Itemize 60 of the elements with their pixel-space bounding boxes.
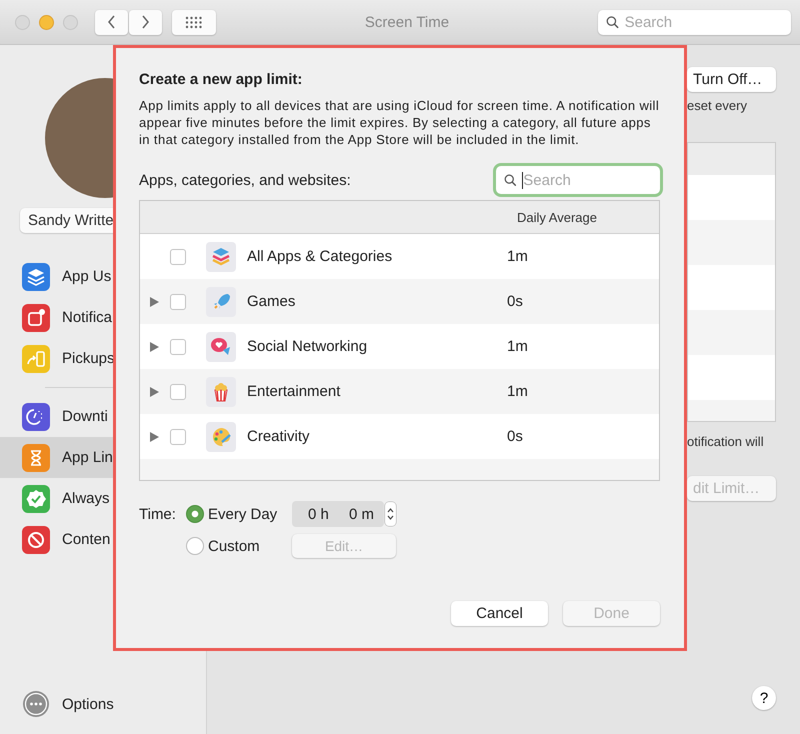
forward-button[interactable] <box>129 10 162 34</box>
checkbox[interactable] <box>170 294 186 310</box>
checkbox[interactable] <box>170 338 186 354</box>
table-cell: 1m <box>507 338 528 355</box>
back-button[interactable] <box>95 10 128 34</box>
search-input[interactable]: Search <box>523 172 660 188</box>
notification-icon <box>22 304 50 332</box>
no-entry-icon <box>22 526 50 554</box>
search-icon <box>504 173 516 187</box>
disclosure-triangle-icon[interactable] <box>150 296 159 306</box>
disclosure-triangle-icon[interactable] <box>150 432 159 442</box>
table-cell: 1m <box>507 248 528 265</box>
chat-bubble-icon <box>206 332 236 362</box>
check-badge-icon <box>22 484 50 512</box>
table-cell-text: Social Networking <box>247 338 368 355</box>
checkbox[interactable] <box>170 248 186 264</box>
layers-icon <box>22 262 50 290</box>
show-all-button[interactable] <box>172 10 216 34</box>
table-cell-text: Games <box>247 293 296 310</box>
table-cell: 0s <box>507 293 523 310</box>
table-cell-text: Entertainment <box>247 383 342 400</box>
hourglass-icon <box>22 444 50 472</box>
rocket-icon <box>206 286 236 316</box>
minutes-field[interactable]: 0 m <box>348 506 374 522</box>
chevron-right-icon <box>141 15 150 29</box>
description-text: eset every <box>687 97 748 114</box>
dialog-description: App limits apply to all devices that are using iCloud for screen time. A notification will appear five minutes before the limit expires. By selecting a category, all future apps in that category installed from the App Store will be included in the limit. <box>139 97 660 148</box>
chevron-left-icon <box>107 15 116 29</box>
table-cell: 0s <box>507 428 523 445</box>
chevron-up-down-icon <box>387 506 394 522</box>
popcorn-icon <box>206 376 236 406</box>
table-cell-text: All Apps & Categories <box>247 248 394 265</box>
disclosure-triangle-icon[interactable] <box>150 342 159 352</box>
grid-icon <box>185 16 203 28</box>
dialog-title: Create a new app limit: <box>139 71 304 89</box>
window-title: Screen Time <box>364 14 450 30</box>
column-header: Daily Average <box>517 210 597 224</box>
clock-icon <box>22 402 50 430</box>
table-cell-text: Creativity <box>247 428 311 445</box>
layers-icon <box>206 242 236 272</box>
table-row[interactable]: Entertainment 1m <box>140 369 659 414</box>
ellipsis-icon <box>22 690 50 718</box>
search-icon <box>606 15 619 29</box>
list-label: Apps, categories, and websites: <box>139 172 351 188</box>
table-row[interactable]: Games 0s <box>140 279 659 324</box>
stepper[interactable] <box>385 502 396 526</box>
table-cell: 1m <box>507 383 528 400</box>
search-field[interactable]: Search <box>496 166 660 194</box>
help-button[interactable]: ? <box>752 686 776 710</box>
search-field[interactable]: Search <box>598 10 791 34</box>
description-text: otification will <box>687 433 765 450</box>
options-button[interactable]: Options <box>0 690 206 718</box>
disclosure-triangle-icon[interactable] <box>150 386 159 396</box>
search-input[interactable]: Search <box>624 14 791 30</box>
palette-icon <box>206 422 236 452</box>
checkbox[interactable] <box>170 384 186 400</box>
turn-off-button[interactable]: Turn Off… <box>687 67 776 92</box>
checkbox[interactable] <box>170 428 186 444</box>
hours-field[interactable]: 0 h <box>308 506 329 522</box>
cancel-button[interactable]: Cancel <box>451 601 548 626</box>
